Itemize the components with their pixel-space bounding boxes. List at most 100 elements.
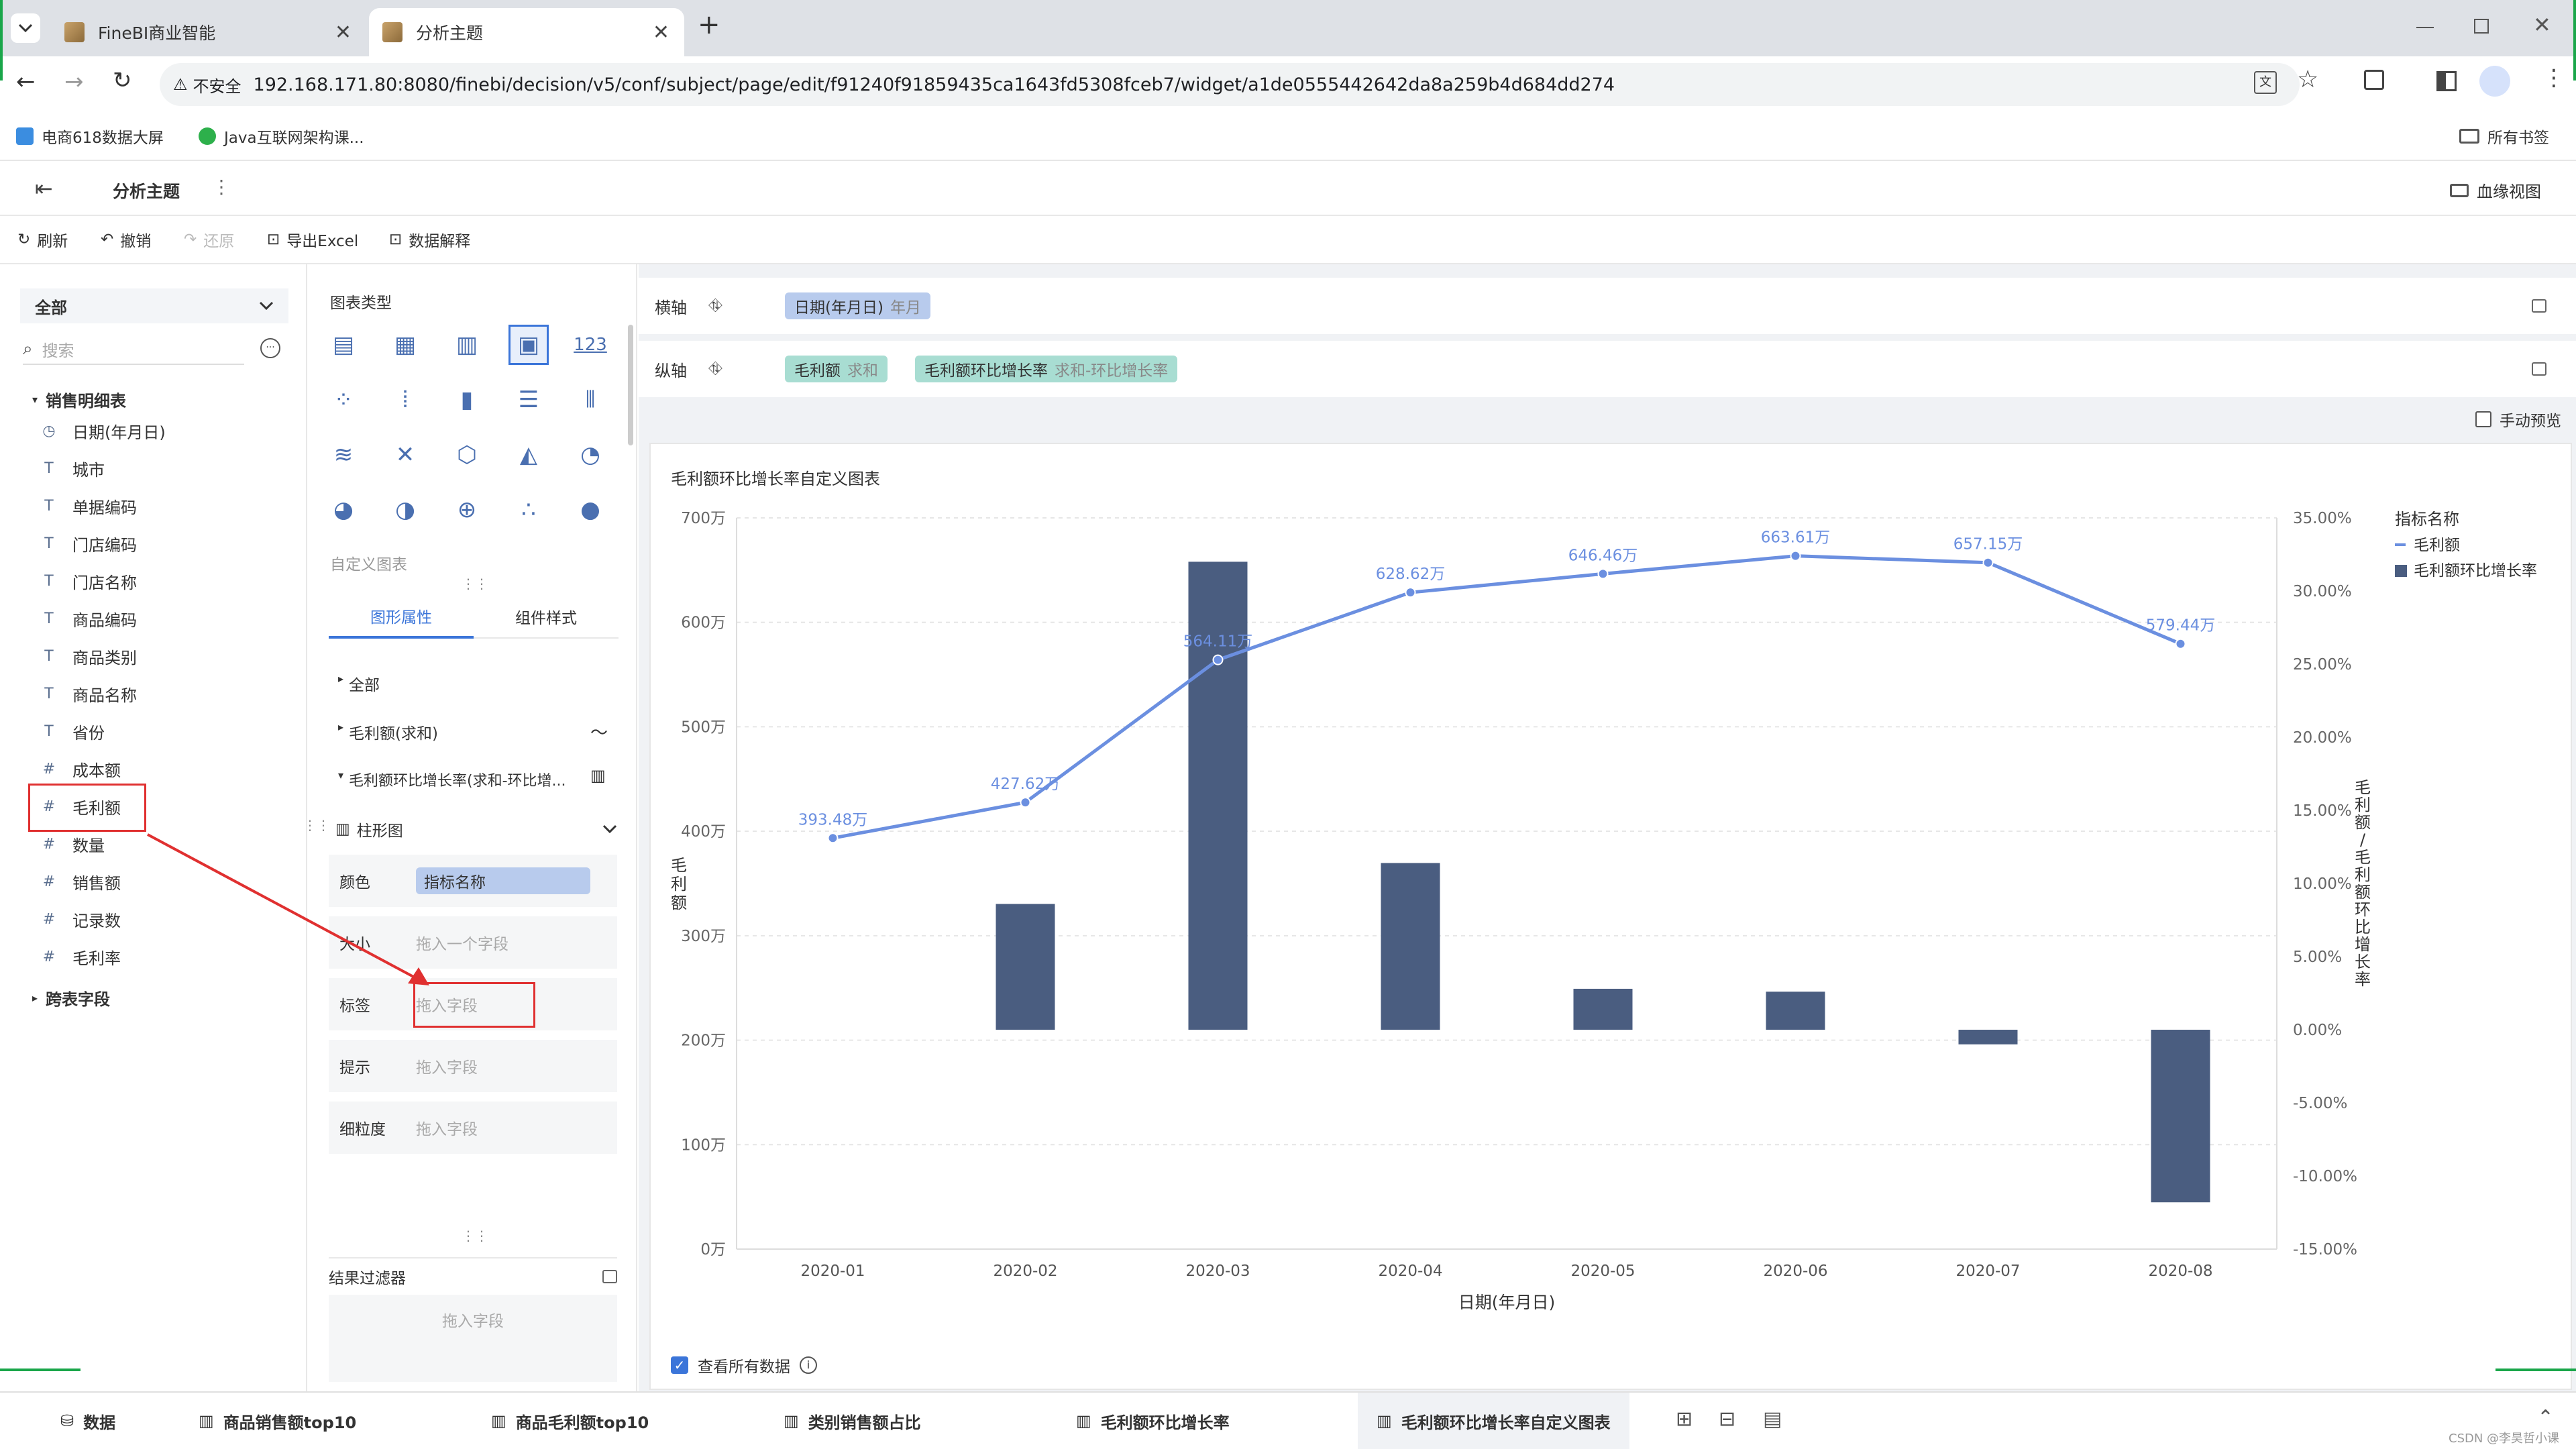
extensions-icon[interactable]	[2364, 70, 2384, 90]
tab-custom-chart[interactable]: ▥ 毛利额环比增长率自定义图表	[1358, 1393, 1629, 1449]
close-icon[interactable]: ✕	[335, 21, 352, 44]
close-icon[interactable]: ✕	[653, 21, 669, 44]
horizontal-bar-icon[interactable]: ☰	[508, 380, 549, 420]
add-component-icon[interactable]: ⊞	[1676, 1407, 1693, 1431]
tab-search-button[interactable]	[11, 13, 40, 43]
more-options-icon[interactable]: ···	[260, 338, 280, 358]
tab-component-style[interactable]: 组件样式	[474, 596, 619, 639]
bar-icon[interactable]: ▮	[447, 380, 487, 420]
cross-table-icon[interactable]: ▦	[385, 325, 425, 365]
bubble-icon[interactable]: ●	[570, 490, 610, 530]
stacked-bar-icon[interactable]: ⦙	[385, 380, 425, 420]
field-item[interactable]: T 单据编码	[40, 492, 137, 519]
gauge-icon[interactable]: ◔	[570, 435, 610, 475]
y-axis-field-pill[interactable]: 毛利额 求和	[785, 356, 888, 382]
search-field[interactable]: ⌕ 搜索	[23, 334, 244, 365]
scrollbar[interactable]	[628, 325, 633, 445]
checkbox[interactable]	[2475, 411, 2491, 427]
field-item[interactable]: # 毛利额	[40, 793, 121, 820]
y-axis-field-pill[interactable]: 毛利额环比增长率 求和-环比增长率	[915, 356, 1178, 382]
field-item[interactable]: T 省份	[40, 718, 105, 745]
minimize-icon[interactable]	[2416, 27, 2434, 28]
tab-data[interactable]: ⛁ 数据	[60, 1393, 115, 1449]
exit-icon[interactable]: ⇤	[35, 176, 53, 201]
tab-category-share[interactable]: ▥ 类别销售额占比	[784, 1393, 921, 1449]
area-icon[interactable]: ◭	[508, 435, 549, 475]
field-item[interactable]: T 商品类别	[40, 643, 137, 669]
manual-preview-toggle[interactable]: 手动预览	[2475, 408, 2561, 431]
cross-table-node[interactable]: ▸ 跨表字段	[32, 986, 110, 1010]
prop-tooltip[interactable]: 提示 拖入字段	[329, 1040, 617, 1092]
field-item[interactable]: T 门店编码	[40, 530, 137, 557]
lock-icon[interactable]	[2532, 362, 2546, 376]
field-item[interactable]: # 毛利率	[40, 943, 121, 970]
radar-icon[interactable]: ⬡	[447, 435, 487, 475]
waterfall-icon[interactable]: ⫴	[570, 380, 610, 420]
info-icon[interactable]: i	[800, 1356, 817, 1374]
axis-setting-icon[interactable]: ⛗	[708, 359, 722, 380]
export-excel-button[interactable]: ⊡ 导出Excel	[267, 228, 358, 251]
detail-table-icon[interactable]: ▥	[447, 325, 487, 365]
url-text[interactable]: 192.168.171.80:8080/finebi/decision/v5/c…	[254, 74, 1615, 95]
prop-granularity[interactable]: 细粒度 拖入字段	[329, 1102, 617, 1154]
add-dashboard-icon[interactable]: ⊟	[1719, 1407, 1735, 1431]
custom-chart-icon[interactable]: ▣	[508, 325, 549, 365]
translate-icon[interactable]: 文	[2254, 71, 2277, 94]
redo-button[interactable]: ↷ 还原	[184, 228, 234, 251]
field-item[interactable]: # 记录数	[40, 906, 121, 932]
grouped-bar-icon[interactable]: ⁘	[323, 380, 364, 420]
add-report-icon[interactable]: ▤	[1763, 1407, 1782, 1431]
pie-icon[interactable]: ◕	[323, 490, 364, 530]
multi-line-icon[interactable]: ≋	[323, 435, 364, 475]
field-item[interactable]: ◷ 日期(年月日)	[40, 417, 165, 444]
tab-top10-profit[interactable]: ▥ 商品毛利额top10	[491, 1393, 649, 1449]
filter-drop-zone[interactable]: 拖入字段	[329, 1295, 617, 1382]
undo-button[interactable]: ↶ 撤销	[101, 228, 151, 251]
browser-tab-subject[interactable]: 分析主题 ✕	[369, 8, 684, 56]
drag-handle-icon[interactable]: ⋮⋮	[462, 576, 488, 592]
tree-item-all[interactable]: ▸ 全部	[338, 672, 380, 695]
side-panel-icon[interactable]	[2436, 71, 2457, 91]
tab-top10-sales[interactable]: ▥ 商品销售额top10	[199, 1393, 356, 1449]
line-icon[interactable]: ✕	[385, 435, 425, 475]
bookmark-item[interactable]: 电商618数据大屏	[16, 125, 164, 148]
field-item[interactable]: # 销售额	[40, 868, 121, 895]
tree-item-gross-profit[interactable]: ▸ 毛利额(求和)	[338, 720, 438, 743]
kpi-number-icon[interactable]: 123	[570, 325, 610, 365]
field-item[interactable]: # 成本额	[40, 755, 121, 782]
menu-icon[interactable]: ⋮	[2542, 64, 2565, 91]
tab-graph-props[interactable]: 图形属性	[329, 596, 474, 639]
browser-tab-finebi[interactable]: FineBI商业智能 ✕	[51, 8, 366, 56]
window-close-icon[interactable]: ✕	[2533, 12, 2551, 38]
field-item[interactable]: T 商品编码	[40, 605, 137, 632]
lineage-view-button[interactable]: 血缘视图	[2450, 178, 2541, 202]
field-item[interactable]: T 城市	[40, 455, 105, 482]
table-node[interactable]: ▾ 销售明细表	[32, 388, 126, 411]
view-all-data-toggle[interactable]: ✓ 查看所有数据 i	[671, 1354, 817, 1377]
all-bookmarks[interactable]: 所有书签	[2459, 125, 2549, 148]
checkbox-checked[interactable]: ✓	[671, 1356, 688, 1374]
x-axis-field-pill[interactable]: 日期(年月日) 年月	[785, 292, 930, 319]
refresh-button[interactable]: ↻ 刷新	[17, 228, 68, 251]
field-item[interactable]: # 数量	[40, 830, 105, 857]
lock-icon[interactable]	[2532, 299, 2546, 313]
table-icon[interactable]: ▤	[323, 325, 364, 365]
forward-icon[interactable]: →	[64, 68, 84, 95]
bookmark-item[interactable]: Java互联网架构课...	[199, 125, 364, 148]
collapse-icon[interactable]: ⌃	[2537, 1406, 2554, 1430]
field-item[interactable]: T 商品名称	[40, 680, 137, 707]
restore-icon[interactable]	[2474, 19, 2489, 34]
scope-select[interactable]: 全部	[20, 288, 288, 323]
lock-icon[interactable]	[602, 1270, 617, 1283]
drag-handle-icon[interactable]: ⋮⋮	[303, 817, 330, 833]
axis-setting-icon[interactable]: ⛗	[708, 296, 722, 317]
avatar[interactable]	[2479, 66, 2510, 97]
tree-item-growth-rate[interactable]: ▾ 毛利额环比增长率(求和-环比增...	[338, 769, 566, 790]
data-explain-button[interactable]: ⊡ 数据解释	[389, 228, 470, 251]
back-icon[interactable]: ←	[16, 68, 36, 95]
scatter-icon[interactable]: ∴	[508, 490, 549, 530]
field-item[interactable]: T 门店名称	[40, 568, 137, 594]
reload-icon[interactable]: ↻	[113, 67, 132, 94]
new-tab-button[interactable]: +	[698, 9, 720, 40]
drag-handle-icon[interactable]: ⋮⋮	[462, 1228, 488, 1244]
